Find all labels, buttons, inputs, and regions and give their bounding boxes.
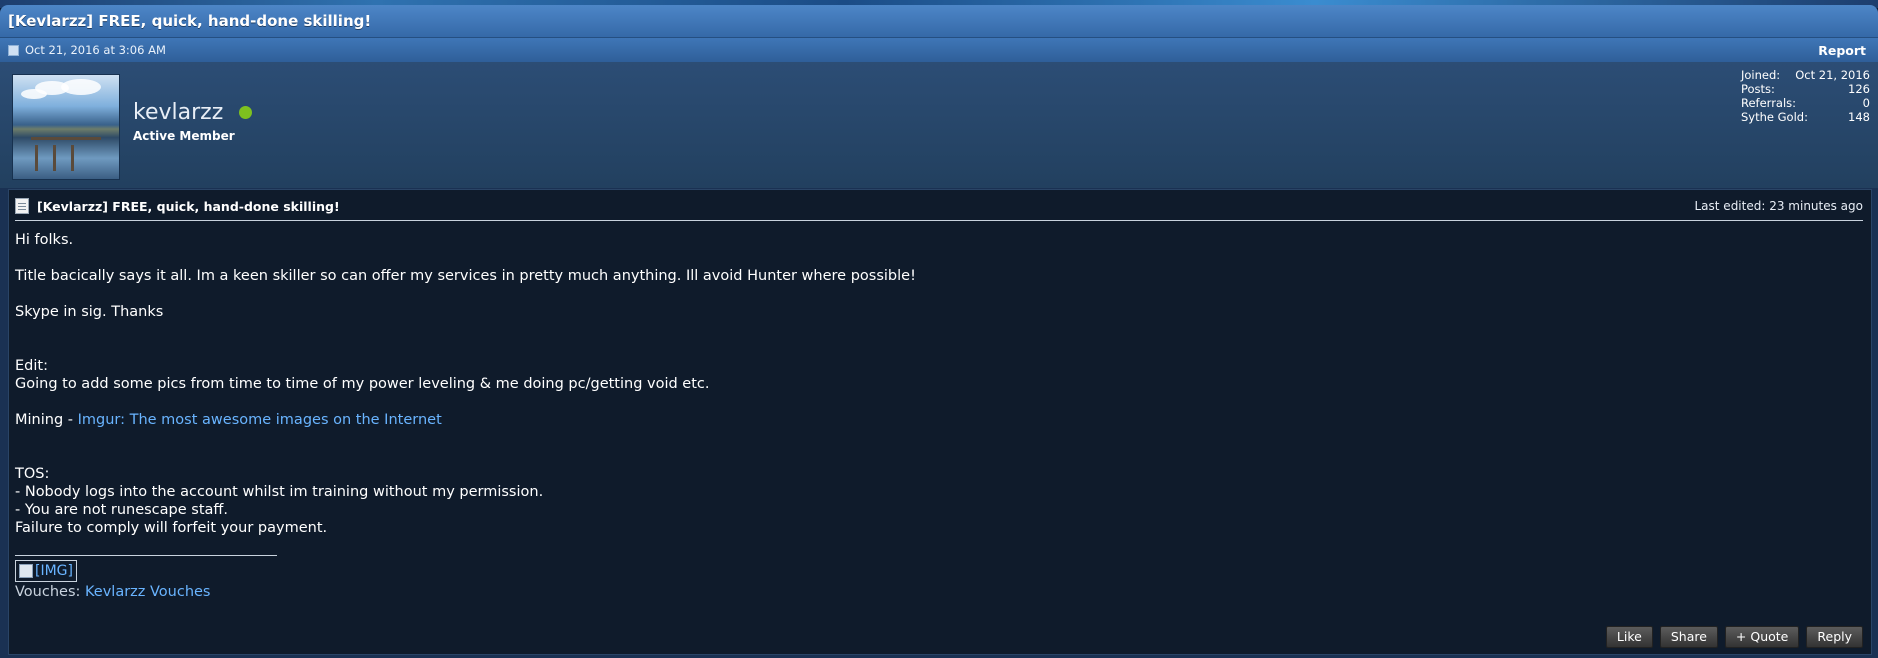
report-link[interactable]: Report	[1818, 43, 1866, 58]
vouches-label: Vouches:	[15, 584, 85, 600]
post-icon	[8, 44, 19, 56]
thread-title-bar: [Kevlarzz] FREE, quick, hand-done skilli…	[0, 5, 1878, 38]
signature-image[interactable]: [IMG]	[15, 560, 77, 582]
post-title: [Kevlarzz] FREE, quick, hand-done skilli…	[37, 198, 340, 214]
post-header: [Kevlarzz] FREE, quick, hand-done skilli…	[15, 196, 1863, 221]
document-icon	[15, 198, 29, 214]
broken-image-icon	[19, 564, 33, 578]
post-content: [Kevlarzz] FREE, quick, hand-done skilli…	[8, 189, 1872, 655]
mining-prefix: Mining -	[15, 412, 78, 428]
post-line-greeting: Hi folks.	[15, 232, 74, 248]
post-line-tos: TOS:	[15, 466, 50, 482]
like-button[interactable]: Like	[1605, 626, 1653, 648]
post-line-intro: Title bacically says it all. Im a keen s…	[15, 268, 916, 284]
vouches-link[interactable]: Kevlarzz Vouches	[85, 584, 211, 600]
stat-referrals: Referrals: 0	[1741, 96, 1870, 110]
post-body: Hi folks. Title bacically says it all. I…	[9, 221, 1871, 601]
reply-button[interactable]: Reply	[1806, 626, 1863, 648]
post-line-mining: Mining - Imgur: The most awesome images …	[15, 411, 1871, 429]
signature-divider	[15, 555, 277, 556]
post-line-edit: Edit:	[15, 358, 48, 374]
online-status-icon	[239, 106, 253, 119]
stat-joined: Joined: Oct 21, 2016	[1741, 68, 1870, 82]
post-line-tos3: Failure to comply will forfeit your paym…	[15, 520, 328, 536]
signature-image-label: [IMG]	[35, 563, 73, 579]
post-date-bar: Oct 21, 2016 at 3:06 AM Report	[0, 38, 1878, 62]
avatar[interactable]	[12, 74, 120, 180]
imgur-link[interactable]: Imgur: The most awesome images on the In…	[78, 412, 442, 428]
thread-title: [Kevlarzz] FREE, quick, hand-done skilli…	[8, 12, 372, 30]
share-button[interactable]: Share	[1659, 626, 1718, 648]
post-line-tos2: - You are not runescape staff.	[15, 502, 228, 518]
stat-posts: Posts: 126	[1741, 82, 1870, 96]
username[interactable]: kevlarzz	[133, 100, 223, 125]
post-date: Oct 21, 2016 at 3:06 AM	[25, 43, 166, 57]
stat-gold: Sythe Gold: 148	[1741, 110, 1870, 124]
user-rank: Active Member	[133, 129, 235, 143]
post-line-skype: Skype in sig. Thanks	[15, 304, 164, 320]
quote-button[interactable]: + Quote	[1724, 626, 1800, 648]
user-info-bar: kevlarzz Active Member Joined: Oct 21, 2…	[0, 62, 1878, 188]
last-edited: Last edited: 23 minutes ago	[1694, 199, 1864, 213]
post-line-tos1: - Nobody logs into the account whilst im…	[15, 484, 544, 500]
user-stats: Joined: Oct 21, 2016 Posts: 126 Referral…	[1741, 68, 1870, 124]
post-actions: Like Share + Quote Reply	[1605, 626, 1863, 648]
vouches-line: Vouches: Kevlarzz Vouches	[15, 583, 1871, 601]
post-line-edit-text: Going to add some pics from time to time…	[15, 376, 710, 392]
